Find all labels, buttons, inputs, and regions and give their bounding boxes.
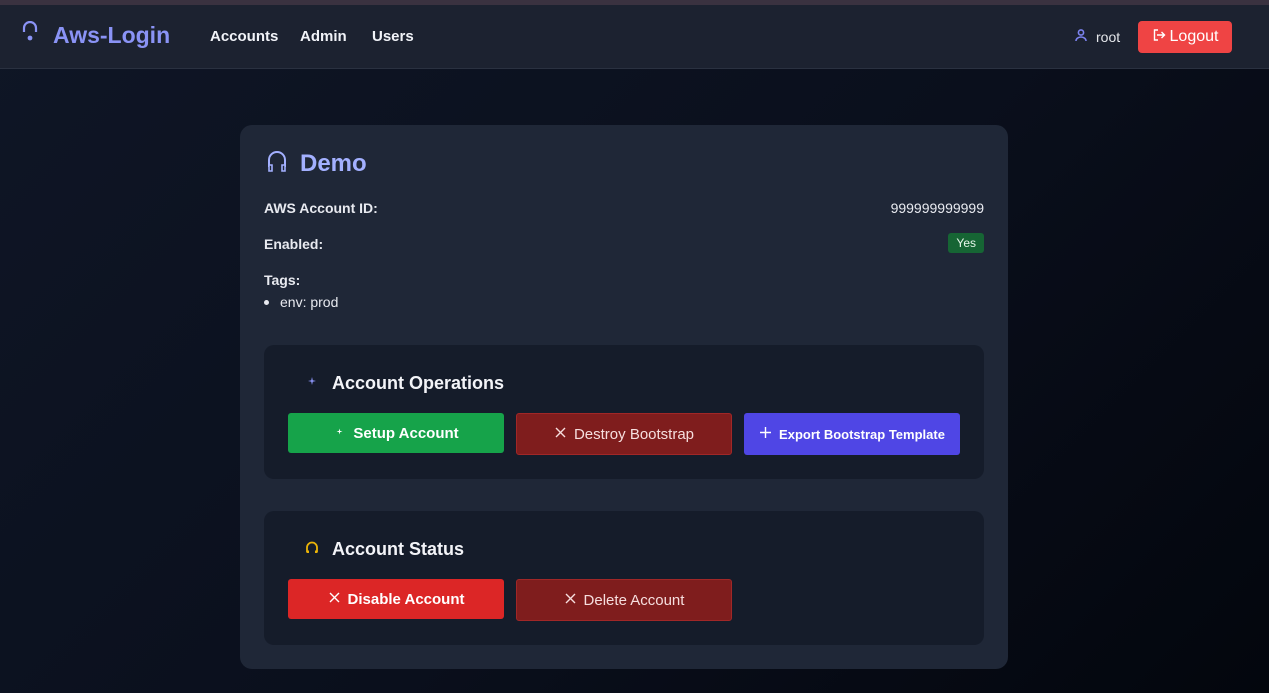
delete-account-label: Delete Account bbox=[583, 591, 685, 609]
operations-header: Account Operations bbox=[292, 373, 504, 394]
plus-icon bbox=[759, 426, 779, 442]
current-user: root bbox=[1074, 28, 1120, 45]
logout-button[interactable]: Logout bbox=[1138, 21, 1232, 53]
tag-text: env: prod bbox=[280, 294, 339, 310]
operations-section: Account Operations Setup Account Destroy… bbox=[264, 345, 984, 479]
tags-list: env: prod bbox=[264, 294, 338, 310]
aws-id-value: 999999999999 bbox=[890, 200, 984, 216]
export-template-button[interactable]: Export Bootstrap Template bbox=[744, 413, 960, 455]
user-icon bbox=[1074, 28, 1096, 45]
brand-name: Aws-Login bbox=[53, 22, 171, 48]
nav-accounts[interactable]: Accounts bbox=[210, 28, 278, 45]
account-name: Demo bbox=[300, 149, 367, 177]
sparkle-icon bbox=[333, 425, 353, 442]
headphones-icon bbox=[266, 149, 288, 178]
destroy-bootstrap-label: Destroy Bootstrap bbox=[573, 425, 695, 443]
operations-title: Account Operations bbox=[332, 373, 505, 393]
nav-users[interactable]: Users bbox=[372, 28, 414, 45]
sparkle-icon bbox=[304, 373, 320, 394]
enabled-badge: Yes bbox=[948, 233, 984, 253]
setup-account-label: Setup Account bbox=[353, 424, 459, 442]
close-icon bbox=[328, 591, 348, 608]
destroy-bootstrap-button[interactable]: Destroy Bootstrap bbox=[516, 413, 732, 455]
account-title: Demo bbox=[266, 149, 367, 178]
tag-item: env: prod bbox=[264, 294, 338, 310]
username: root bbox=[1096, 28, 1121, 45]
status-title: Account Status bbox=[332, 539, 465, 559]
aws-id-label: AWS Account ID: bbox=[264, 200, 378, 216]
account-card: Demo AWS Account ID: 999999999999 Enable… bbox=[240, 125, 1008, 669]
setup-account-button[interactable]: Setup Account bbox=[288, 413, 504, 453]
delete-account-button[interactable]: Delete Account bbox=[516, 579, 732, 621]
nav-admin[interactable]: Admin bbox=[300, 28, 347, 45]
lock-icon bbox=[20, 20, 40, 50]
status-section: Account Status Disable Account Delete Ac… bbox=[264, 511, 984, 645]
navbar: Aws-Login Accounts Admin Users root Logo… bbox=[0, 5, 1269, 69]
disable-account-button[interactable]: Disable Account bbox=[288, 579, 504, 619]
close-icon bbox=[564, 592, 584, 609]
bullet bbox=[264, 299, 269, 305]
close-icon bbox=[554, 426, 574, 443]
status-header: Account Status bbox=[292, 539, 464, 560]
logout-label: Logout bbox=[1169, 28, 1219, 45]
export-template-label: Export Bootstrap Template bbox=[779, 426, 945, 442]
headphones-icon bbox=[304, 539, 320, 560]
brand-link[interactable]: Aws-Login bbox=[20, 20, 171, 50]
tags-label: Tags: bbox=[264, 272, 301, 288]
logout-icon bbox=[1152, 28, 1170, 47]
disable-account-label: Disable Account bbox=[347, 590, 465, 608]
enabled-label: Enabled: bbox=[264, 236, 324, 252]
